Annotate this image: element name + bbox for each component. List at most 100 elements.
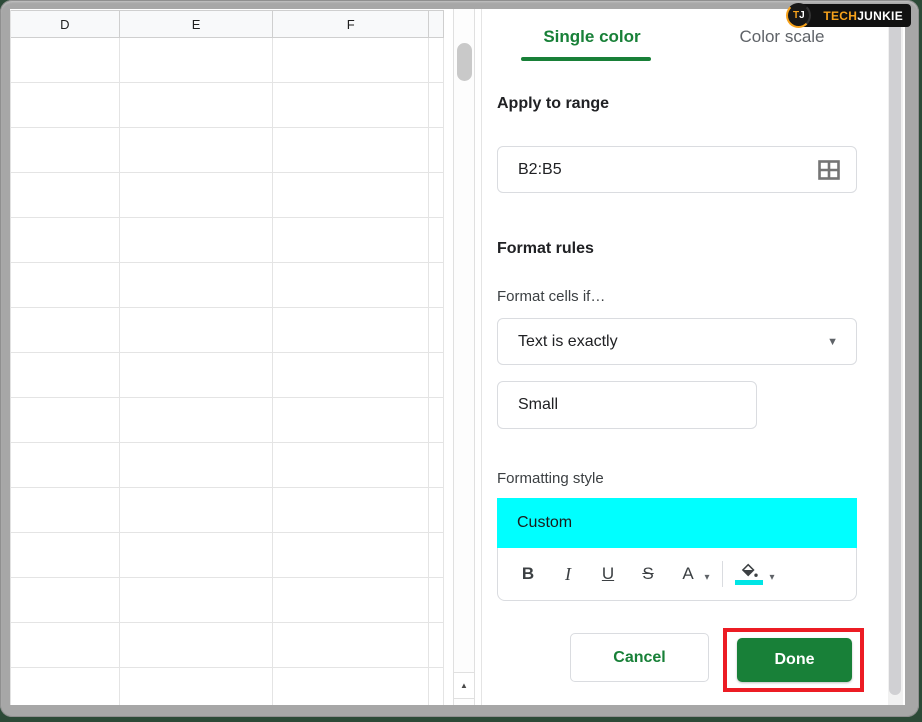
sheet-cell[interactable] bbox=[429, 578, 444, 623]
sheet-cell[interactable] bbox=[429, 218, 444, 263]
text-color-button[interactable]: A bbox=[676, 564, 700, 584]
sheet-cell[interactable] bbox=[120, 668, 274, 705]
sheet-cell[interactable] bbox=[120, 83, 274, 128]
sheet-row bbox=[11, 443, 444, 488]
sheet-cell[interactable] bbox=[273, 173, 429, 218]
tab-single-color[interactable]: Single color bbox=[497, 21, 687, 61]
sheet-row bbox=[11, 263, 444, 308]
sheet-cell[interactable] bbox=[273, 218, 429, 263]
underline-button[interactable]: U bbox=[596, 564, 620, 584]
sheet-cell[interactable] bbox=[120, 398, 274, 443]
tab-color-scale[interactable]: Color scale bbox=[687, 21, 877, 61]
sheet-cell[interactable] bbox=[120, 173, 274, 218]
strikethrough-button[interactable]: S bbox=[636, 564, 660, 584]
sheet-cell[interactable] bbox=[11, 308, 120, 353]
sheet-cell[interactable] bbox=[11, 443, 120, 488]
sheet-cell[interactable] bbox=[273, 488, 429, 533]
range-select-grid-icon[interactable] bbox=[818, 160, 840, 180]
chevron-down-icon: ▼ bbox=[827, 336, 838, 348]
logo-text-junkie: JUNKIE bbox=[857, 9, 903, 23]
sheet-cell[interactable] bbox=[429, 353, 444, 398]
sheet-cell[interactable] bbox=[120, 488, 274, 533]
sheet-cell[interactable] bbox=[429, 128, 444, 173]
sheet-vertical-scrollbar[interactable]: ▲ bbox=[453, 9, 475, 705]
done-button[interactable]: Done bbox=[737, 638, 852, 682]
italic-button[interactable]: I bbox=[556, 564, 580, 585]
sheet-cell[interactable] bbox=[273, 443, 429, 488]
bold-button[interactable]: B bbox=[516, 564, 540, 584]
sheet-cell[interactable] bbox=[429, 443, 444, 488]
techjunkie-logo-icon: TJ bbox=[786, 3, 811, 28]
sheet-scroll-up-button[interactable]: ▲ bbox=[454, 672, 474, 699]
sheet-grid[interactable]: DEF bbox=[10, 10, 444, 705]
sheet-cell[interactable] bbox=[11, 668, 120, 705]
sheet-cell[interactable] bbox=[11, 578, 120, 623]
sheet-cell[interactable] bbox=[273, 533, 429, 578]
sheet-cell[interactable] bbox=[273, 308, 429, 353]
condition-dropdown[interactable]: Text is exactly ▼ bbox=[497, 318, 857, 365]
sheet-cell[interactable] bbox=[120, 533, 274, 578]
sheet-cell[interactable] bbox=[429, 488, 444, 533]
sheet-cell[interactable] bbox=[11, 128, 120, 173]
sheet-cell[interactable] bbox=[120, 218, 274, 263]
sheet-cell[interactable] bbox=[120, 623, 274, 668]
range-input[interactable] bbox=[498, 161, 818, 179]
column-header-D[interactable]: D bbox=[11, 10, 120, 38]
sheet-cell[interactable] bbox=[11, 173, 120, 218]
sheet-cell[interactable] bbox=[11, 38, 120, 83]
sheet-cell[interactable] bbox=[429, 83, 444, 128]
sheet-cell[interactable] bbox=[429, 668, 444, 705]
sheet-cell[interactable] bbox=[120, 443, 274, 488]
sheet-cell[interactable] bbox=[11, 533, 120, 578]
condition-value-input[interactable] bbox=[498, 396, 756, 414]
sheet-cell[interactable] bbox=[273, 128, 429, 173]
sheet-cell[interactable] bbox=[429, 398, 444, 443]
cancel-button[interactable]: Cancel bbox=[570, 633, 709, 682]
sheet-cell[interactable] bbox=[273, 398, 429, 443]
fill-bucket-icon bbox=[741, 563, 758, 578]
sheet-cell[interactable] bbox=[273, 38, 429, 83]
fill-color-button[interactable] bbox=[735, 563, 763, 585]
sheet-cell[interactable] bbox=[429, 38, 444, 83]
sheet-cell[interactable] bbox=[429, 263, 444, 308]
sheet-cell[interactable] bbox=[120, 38, 274, 83]
panel-scrollbar-thumb[interactable] bbox=[889, 15, 901, 695]
sheet-row bbox=[11, 623, 444, 668]
sheet-header-row: DEF bbox=[11, 10, 444, 38]
column-header-stub[interactable] bbox=[429, 10, 444, 38]
sheet-scrollbar-thumb[interactable] bbox=[457, 43, 472, 81]
panel-vertical-scrollbar[interactable] bbox=[888, 9, 903, 705]
sheet-cell[interactable] bbox=[120, 578, 274, 623]
sheet-cell[interactable] bbox=[273, 263, 429, 308]
sheet-cell[interactable] bbox=[120, 353, 274, 398]
sheet-cell[interactable] bbox=[273, 578, 429, 623]
sheet-cell[interactable] bbox=[11, 353, 120, 398]
style-preview-text: Custom bbox=[517, 514, 572, 532]
sheet-cell[interactable] bbox=[11, 263, 120, 308]
tab-single-color-label: Single color bbox=[543, 27, 640, 46]
sheet-cell[interactable] bbox=[273, 353, 429, 398]
conditional-format-panel: Single color Color scale Apply to range bbox=[482, 9, 905, 705]
column-header-F[interactable]: F bbox=[273, 10, 429, 38]
fill-color-caret-icon[interactable]: ▾ bbox=[765, 572, 779, 583]
sheet-cell[interactable] bbox=[429, 173, 444, 218]
sheet-cell[interactable] bbox=[120, 308, 274, 353]
column-header-E[interactable]: E bbox=[120, 10, 274, 38]
sheet-cell[interactable] bbox=[273, 83, 429, 128]
sheet-cell[interactable] bbox=[11, 488, 120, 533]
sheet-cell[interactable] bbox=[273, 668, 429, 705]
text-color-caret-icon[interactable]: ▾ bbox=[700, 572, 714, 583]
sheet-cell[interactable] bbox=[429, 623, 444, 668]
sheet-cell[interactable] bbox=[120, 128, 274, 173]
sheet-row bbox=[11, 38, 444, 83]
format-cells-if-label: Format cells if… bbox=[497, 288, 605, 305]
sheet-cell[interactable] bbox=[11, 398, 120, 443]
sheet-cell[interactable] bbox=[11, 218, 120, 263]
sheet-cell[interactable] bbox=[429, 308, 444, 353]
sheet-cell[interactable] bbox=[11, 83, 120, 128]
logo-text: TECHJUNKIE bbox=[823, 9, 903, 23]
sheet-cell[interactable] bbox=[120, 263, 274, 308]
sheet-cell[interactable] bbox=[11, 623, 120, 668]
sheet-cell[interactable] bbox=[429, 533, 444, 578]
sheet-cell[interactable] bbox=[273, 623, 429, 668]
